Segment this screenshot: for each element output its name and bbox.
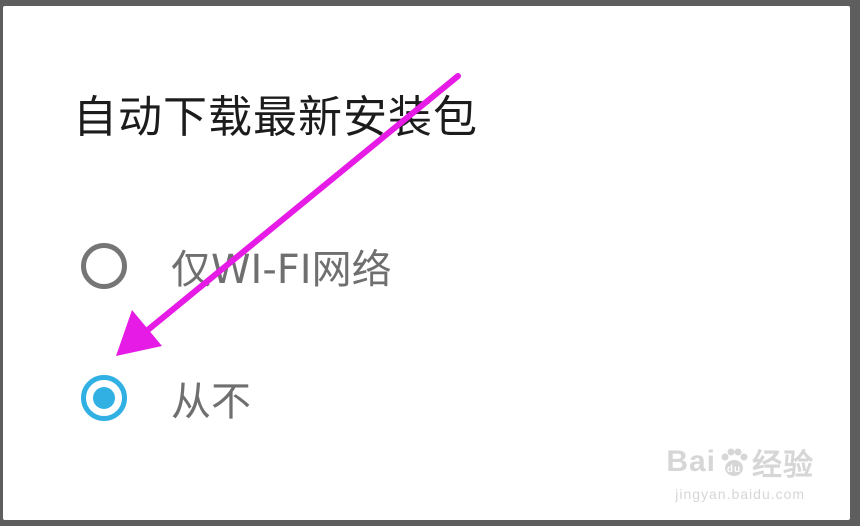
option-label-never: 从不 (171, 379, 251, 425)
baidu-jingyan-watermark: Bai du 经验 jingyan.baidu.com (666, 440, 814, 502)
screenshot-frame: 自动下载最新安装包 仅WI-FI网络 从不 Bai du 经验 jingyan.… (0, 0, 860, 526)
paw-icon: du (718, 446, 750, 478)
radio-button-checked[interactable] (81, 375, 127, 421)
radio-checked-dot (93, 387, 115, 409)
radio-button-unchecked[interactable] (81, 243, 127, 289)
option-label-wifi-only: 仅WI-FI网络 (171, 247, 392, 293)
dialog-title: 自动下载最新安装包 (73, 92, 478, 143)
watermark-url: jingyan.baidu.com (675, 486, 806, 502)
option-wifi-only[interactable]: 仅WI-FI网络 (81, 234, 392, 298)
watermark-brand-right: 经验 (752, 449, 814, 482)
watermark-paw-text: du (727, 464, 741, 475)
option-never[interactable]: 从不 (81, 366, 251, 430)
watermark-brand-left: Bai (666, 445, 716, 478)
